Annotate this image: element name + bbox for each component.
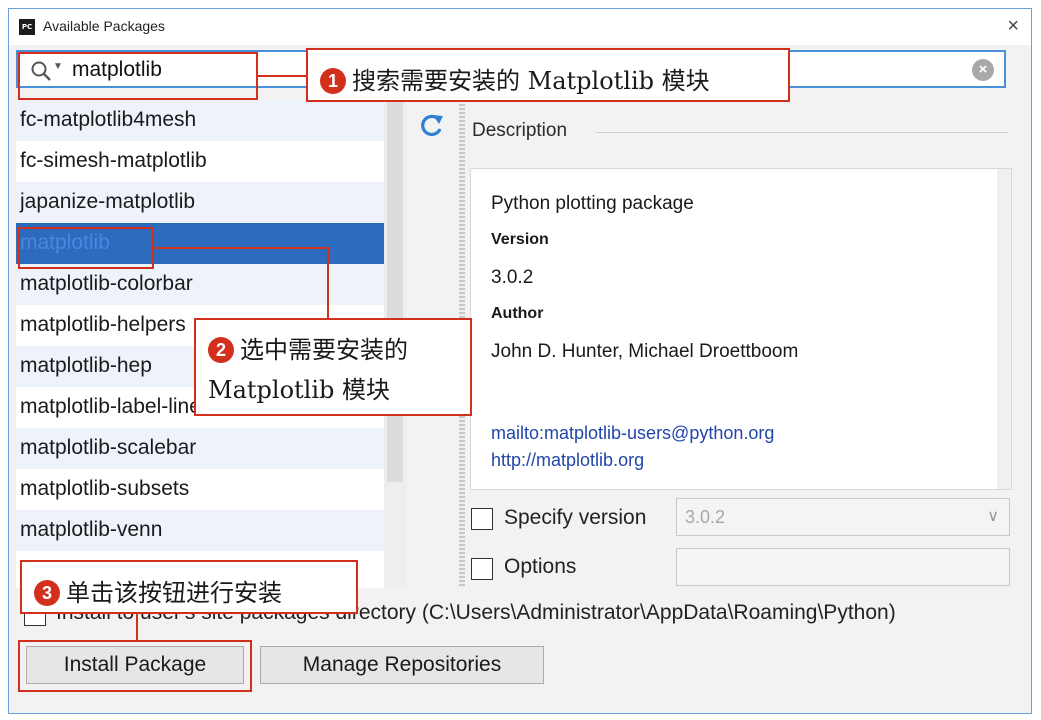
annotation-highlight-selected (18, 227, 154, 269)
description-scrollbar[interactable] (997, 169, 1011, 489)
title-bar: PC Available Packages × (9, 9, 1031, 45)
options-input[interactable] (676, 548, 1010, 586)
package-list-item[interactable]: japanize-matplotlib (16, 182, 405, 223)
clear-search-icon[interactable]: × (972, 59, 994, 81)
package-list-item[interactable]: fc-simesh-matplotlib (16, 141, 405, 182)
annotation-callout-1: 1 搜索需要安装的 Matplotlib 模块 (306, 48, 790, 102)
description-panel: Python plotting package Version 3.0.2 Au… (470, 168, 1012, 490)
package-summary: Python plotting package (491, 193, 694, 214)
version-heading: Version (491, 231, 549, 248)
manage-repositories-button[interactable]: Manage Repositories (260, 646, 544, 684)
annotation-connector (258, 75, 308, 77)
version-select[interactable]: 3.0.2 ∨ (676, 498, 1010, 536)
version-select-value: 3.0.2 (685, 507, 726, 527)
annotation-highlight-search (18, 52, 258, 100)
package-list-item[interactable]: matplotlib-subsets (16, 469, 405, 510)
annotation-connector (154, 247, 328, 249)
annotation-connector (136, 614, 138, 642)
specify-version-checkbox[interactable] (471, 508, 493, 530)
step-number-2: 2 (208, 337, 234, 363)
options-label: Options (504, 555, 577, 578)
scrollbar-thumb[interactable] (387, 102, 403, 482)
package-list-item[interactable]: matplotlib-scalebar (16, 428, 405, 469)
description-label: Description (472, 120, 568, 141)
mailing-list-link[interactable]: mailto:matplotlib-users@python.org (491, 423, 774, 444)
annotation-callout-2: 2 选中需要安装的 Matplotlib 模块 (194, 318, 472, 416)
author-heading: Author (491, 305, 544, 322)
annotation-text-1: 搜索需要安装的 Matplotlib 模块 (352, 67, 710, 95)
homepage-link[interactable]: http://matplotlib.org (491, 450, 644, 471)
package-list-item[interactable]: matplotlib-colorbar (16, 264, 405, 305)
step-number-1: 1 (320, 68, 346, 94)
annotation-highlight-install (18, 640, 252, 692)
pc-icon: PC (19, 19, 35, 35)
package-list-item[interactable]: fc-matplotlib4mesh (16, 100, 405, 141)
annotation-text-3: 单击该按钮进行安装 (66, 579, 282, 607)
package-list-item[interactable]: matplotlib-venn (16, 510, 405, 551)
step-number-3: 3 (34, 580, 60, 606)
specify-version-label: Specify version (504, 506, 647, 529)
chevron-down-icon: ∨ (987, 508, 999, 525)
annotation-text-2b: Matplotlib 模块 (208, 376, 391, 404)
options-checkbox[interactable] (471, 558, 493, 580)
divider (596, 132, 1008, 133)
annotation-callout-3: 3 单击该按钮进行安装 (20, 560, 358, 614)
author-value: John D. Hunter, Michael Droettboom (491, 341, 799, 362)
annotation-text-2a: 选中需要安装的 (240, 336, 408, 364)
close-icon[interactable]: × (1007, 15, 1019, 37)
version-value: 3.0.2 (491, 267, 534, 288)
annotation-connector (327, 247, 329, 320)
refresh-icon[interactable] (416, 110, 448, 142)
window-title: Available Packages (43, 18, 165, 34)
